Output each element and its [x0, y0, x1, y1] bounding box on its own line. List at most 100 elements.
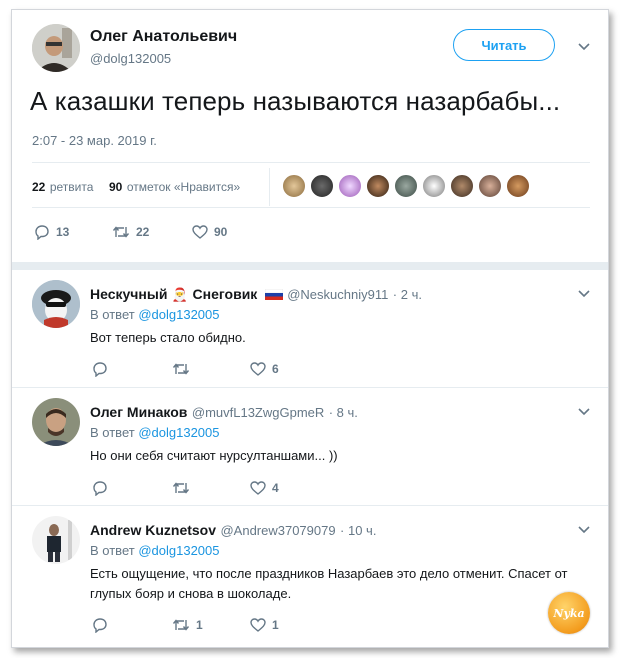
retweet-icon — [112, 226, 130, 238]
reply-time: · 2 ч. — [392, 287, 422, 302]
retweets-label: ретвита — [49, 180, 94, 194]
follow-button[interactable]: Читать — [453, 29, 555, 61]
reply-text: Но они себя считают нурсултаншами... )) — [90, 448, 338, 463]
reply-author[interactable]: Олег Минаков @muvfL13ZwgGpmeR · 8 ч. — [90, 404, 358, 422]
like-count: 6 — [272, 362, 279, 376]
liker-avatar[interactable] — [478, 174, 502, 198]
reply-icon — [93, 481, 107, 496]
liker-avatar[interactable] — [338, 174, 362, 198]
like-action[interactable]: 1 — [250, 617, 279, 633]
chevron-down-icon[interactable] — [577, 525, 591, 535]
reply-to-prefix: В ответ — [90, 543, 135, 558]
reply-icon — [93, 618, 107, 633]
reply-avatar[interactable] — [32, 398, 80, 446]
divider — [32, 207, 590, 208]
reply-author-handle: @Andrew37079079 — [220, 523, 336, 538]
avatar-photo-icon — [32, 280, 80, 328]
watermark-logo: Nyka — [548, 592, 590, 634]
liker-avatar[interactable] — [506, 174, 530, 198]
reply-avatar[interactable] — [32, 280, 80, 328]
reply-text: Есть ощущение, что после праздников Наза… — [90, 564, 595, 604]
retweet-action[interactable] — [172, 480, 196, 496]
liker-avatar[interactable] — [310, 174, 334, 198]
avatar-photo-icon — [32, 398, 80, 446]
retweet-count: 22 — [136, 225, 150, 239]
reply-time: · 8 ч. — [328, 405, 358, 420]
tweet-timestamp[interactable]: 2:07 - 23 мар. 2019 г. — [32, 133, 157, 148]
retweet-icon — [172, 363, 190, 375]
like-action[interactable]: 6 — [250, 361, 279, 377]
like-action[interactable]: 4 — [250, 480, 279, 496]
reply-to: В ответ @dolg132005 — [90, 307, 219, 322]
reply-text-line: глупых бояр и снова в шоколаде. — [90, 586, 292, 601]
avatar-photo-icon — [32, 24, 80, 72]
reply-author[interactable]: Нескучный 🎅 Снеговик @Neskuchniy911 · 2 … — [90, 286, 422, 304]
reply-action[interactable] — [92, 617, 114, 633]
retweets-count: 22 — [32, 180, 46, 194]
like-icon — [250, 481, 266, 495]
retweet-action[interactable]: 1 — [172, 617, 203, 633]
liker-avatar[interactable] — [282, 174, 306, 198]
reply-to: В ответ @dolg132005 — [90, 425, 219, 440]
tweet-text: А казашки теперь называются назарбабы... — [30, 86, 561, 116]
reply-to-link[interactable]: @dolg132005 — [138, 425, 219, 440]
author-avatar[interactable] — [32, 24, 80, 72]
liker-avatar[interactable] — [450, 174, 474, 198]
reply-avatar[interactable] — [32, 516, 80, 564]
reply-time: · 10 ч. — [340, 523, 377, 538]
liker-avatar[interactable] — [422, 174, 446, 198]
chevron-down-icon[interactable] — [577, 407, 591, 417]
liker-avatar[interactable] — [394, 174, 418, 198]
like-count: 1 — [272, 618, 279, 632]
tweet-frame: Олег Анатольевич @dolg132005 Читать А ка… — [11, 9, 609, 648]
retweet-count: 1 — [196, 618, 203, 632]
liker-avatar[interactable] — [366, 174, 390, 198]
like-icon — [250, 618, 266, 632]
chevron-down-icon[interactable] — [577, 42, 591, 52]
likes-stat[interactable]: 90 отметок «Нравится» — [109, 178, 240, 196]
avatar-photo-icon — [32, 516, 80, 564]
retweet-action[interactable] — [172, 361, 196, 377]
reply-author-name: Олег Минаков — [90, 404, 188, 420]
chevron-down-icon[interactable] — [577, 289, 591, 299]
russia-flag-icon — [264, 288, 284, 300]
like-icon — [192, 225, 208, 239]
reply-to-link[interactable]: @dolg132005 — [138, 543, 219, 558]
reply-text-line: Есть ощущение, что после праздников Наза… — [90, 566, 568, 581]
reply-icon — [35, 225, 49, 240]
divider — [32, 162, 590, 163]
reply-to-prefix: В ответ — [90, 307, 135, 322]
likes-label: отметок «Нравится» — [126, 180, 241, 194]
author-name[interactable]: Олег Анатольевич — [90, 28, 237, 46]
reply-text: Вот теперь стало обидно. — [90, 330, 246, 345]
reply-author-handle: @Neskuchniy911 — [287, 287, 389, 302]
likes-count: 90 — [109, 180, 123, 194]
like-icon — [250, 362, 266, 376]
reply-action[interactable] — [92, 480, 114, 496]
like-count: 90 — [214, 225, 228, 239]
reply-to-link[interactable]: @dolg132005 — [138, 307, 219, 322]
reply-action[interactable] — [92, 361, 114, 377]
section-divider — [12, 262, 608, 270]
reply-action[interactable]: 13 — [34, 224, 69, 240]
reply-author-name: Снеговик — [192, 286, 258, 302]
reply-author[interactable]: Andrew Kuznetsov @Andrew37079079 · 10 ч. — [90, 522, 376, 540]
reply-icon — [93, 362, 107, 377]
santa-emoji: 🎅 — [171, 287, 189, 302]
retweets-stat[interactable]: 22 ретвита — [32, 178, 93, 196]
stats-separator — [269, 168, 270, 206]
author-handle[interactable]: @dolg132005 — [90, 51, 171, 66]
divider — [12, 505, 608, 506]
retweet-action[interactable]: 22 — [112, 224, 149, 240]
reply-author-name: Andrew Kuznetsov — [90, 522, 217, 538]
reply-to-prefix: В ответ — [90, 425, 135, 440]
divider — [12, 387, 608, 388]
reply-count: 13 — [56, 225, 70, 239]
retweet-icon — [172, 619, 190, 631]
reply-author-handle: @muvfL13ZwgGpmeR — [191, 405, 325, 420]
retweet-icon — [172, 482, 190, 494]
like-count: 4 — [272, 481, 279, 495]
reply-author-name: Нескучный — [90, 286, 168, 302]
reply-to: В ответ @dolg132005 — [90, 543, 219, 558]
like-action[interactable]: 90 — [192, 224, 227, 240]
